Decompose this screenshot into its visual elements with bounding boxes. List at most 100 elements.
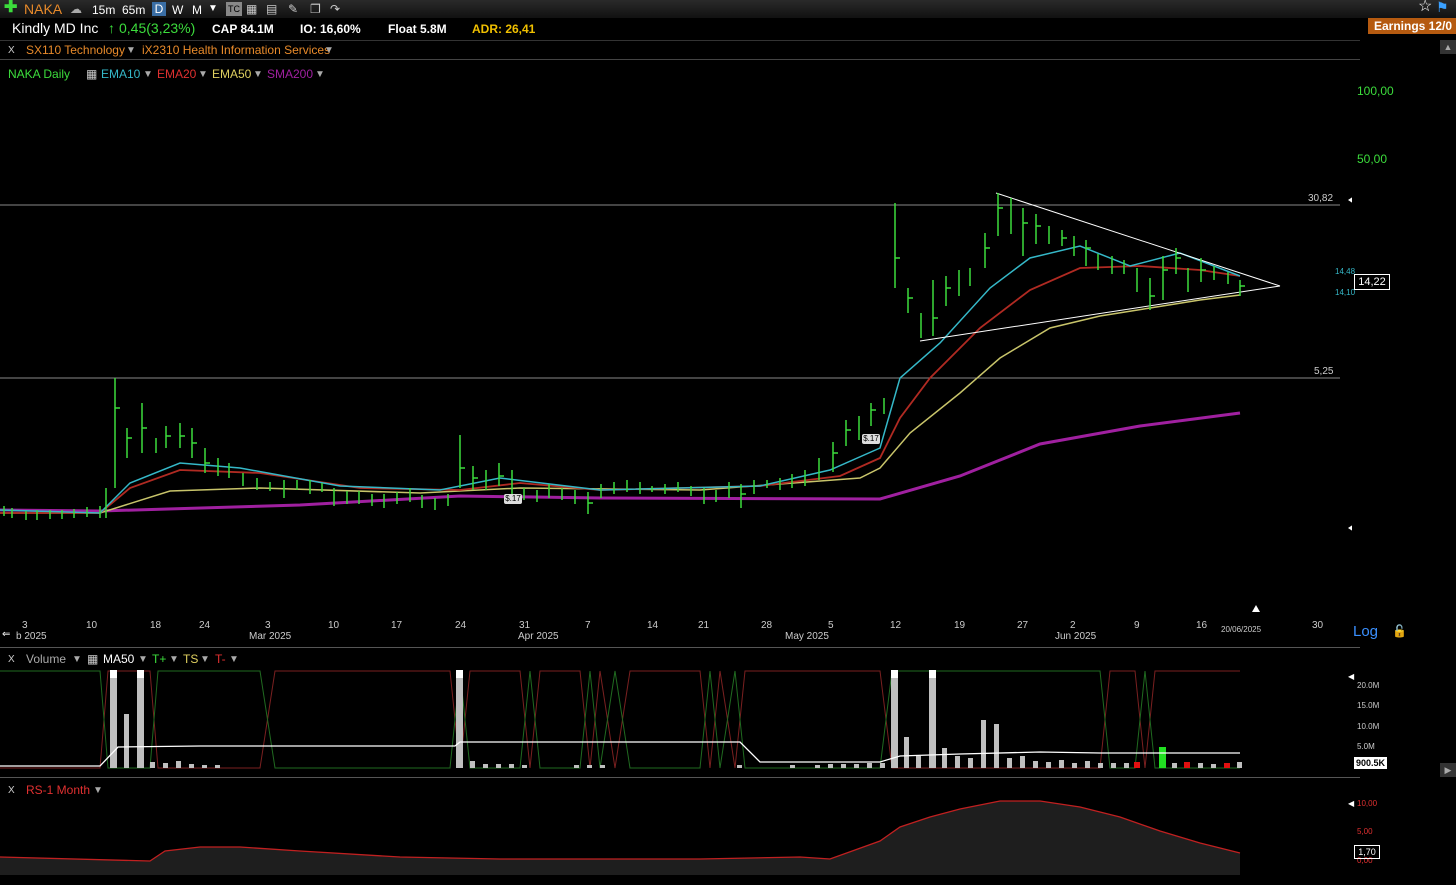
industry-link[interactable]: iX2310 Health Information Services [142,43,330,57]
month-label: May 2025 [785,631,829,642]
rs-area [0,801,1240,875]
sector-bar: X SX110 Technology ▼ iX2310 Health Infor… [0,40,1360,60]
market-cap: CAP 84.1M [212,22,274,36]
axis-marker-high [1348,197,1352,203]
interval-m[interactable]: M [192,3,202,17]
grid-icon[interactable]: ▦ [87,652,98,666]
ema20-line [0,265,1241,514]
date-tick: 7 [585,620,591,631]
ema10-line [0,245,1241,514]
interval-15m[interactable]: 15m [92,3,115,17]
ema50-line [0,294,1241,514]
chevron-down-icon[interactable]: ▼ [324,44,334,58]
institutional-ownership: IO: 16,60% [300,22,361,36]
date-tick: 30 [1312,620,1324,631]
date-tick: 12 [890,620,902,631]
date-tick: 9 [1134,620,1140,631]
scrollbar-top[interactable]: ▲ [1440,40,1456,54]
axis-markers [1252,197,1352,612]
month-label: b 2025 [16,631,47,642]
share-icon[interactable]: ↷ [330,2,340,16]
rs-axis-marker: ◀ [1348,799,1355,808]
date-tick: 24 [199,620,211,631]
interval-65m[interactable]: 65m [122,3,145,17]
volume-axis-15m: 15.0M [1357,701,1380,710]
volume-bars-highlight [110,670,1230,768]
volume-ma[interactable]: MA50 [103,652,134,666]
chevron-down-icon[interactable]: ▼ [200,653,210,667]
earnings-badge[interactable]: Earnings 12/0 [1368,18,1456,34]
dividend-flag[interactable]: $.17 [862,434,880,444]
volume-axis-marker: ◀ [1348,672,1355,681]
lock-icon[interactable]: 🔓 [1392,624,1407,638]
trend-zones [0,670,1240,769]
chevron-down-icon[interactable]: ▼ [126,44,136,58]
add-symbol-icon[interactable]: ✚ [4,0,17,16]
tc-icon[interactable]: TC [226,2,242,16]
interval-w[interactable]: W [172,3,183,17]
axis-marker-bottom [1252,605,1260,612]
date-tick: 10 [86,620,98,631]
close-ticks [115,207,1245,504]
date-tick: 21 [698,620,710,631]
price-line-low-label: 5,25 [1314,366,1334,377]
symbol-name[interactable]: NAKA [24,2,62,16]
scrollbar-bottom[interactable]: ▶ [1440,763,1456,777]
price-chart[interactable] [0,58,1352,616]
rs-chart[interactable] [0,795,1250,875]
up-arrow-icon: ↑ [108,20,115,36]
date-tick: 19 [954,620,966,631]
interval-d[interactable]: D [152,2,166,16]
chevron-down-icon[interactable]: ▼ [72,653,82,667]
date-tick: 18 [150,620,162,631]
date-tick: 16 [1196,620,1208,631]
cloud-icon[interactable]: ☁ [70,2,82,16]
price-line-high-label: 30,82 [1308,193,1334,204]
chevron-down-icon[interactable]: ▼ [169,653,179,667]
current-rs-box: 1,70 [1354,845,1380,859]
date-axis: 3 10 18 24 3 10 17 24 31 7 14 21 28 5 12… [0,616,1360,644]
price-change: 0,45(3,23%) [119,20,196,36]
month-label: Jun 2025 [1055,631,1097,642]
t-plus[interactable]: T+ [152,652,166,666]
adr: ADR: 26,41 [472,22,536,36]
price-axis-100: 100,00 [1357,84,1394,98]
company-name: Kindly MD Inc [12,20,99,36]
calculator-icon[interactable]: ▦ [246,2,257,16]
t-minus[interactable]: T- [215,652,226,666]
trendline-lower [919,285,1281,342]
volume-axis-20m: 20.0M [1357,681,1380,690]
month-label: Apr 2025 [518,631,559,642]
current-volume-box: 900.5K [1354,757,1387,769]
close-sector-button[interactable]: X [8,44,15,58]
flag-icon[interactable]: ⚑ [1436,0,1449,14]
star-icon[interactable]: ☆ [1418,0,1432,15]
date-tick: 24 [455,620,467,631]
price-axis-50: 50,00 [1357,152,1388,166]
date-tick: 28 [761,620,773,631]
sma200-line [0,411,1241,513]
rs-axis-5: 5,00 [1357,827,1373,836]
close-volume-button[interactable]: X [8,653,15,667]
info-bar: Kindly MD Inc ↑ 0,45(3,23%) CAP 84.1M IO… [0,18,1456,40]
axis-marker-lower [1348,525,1352,531]
report-icon[interactable]: ▤ [266,2,277,16]
chevron-down-icon[interactable]: ▼ [138,653,148,667]
date-tick: 27 [1017,620,1029,631]
sector-link[interactable]: SX110 Technology [26,43,125,57]
volume-title[interactable]: Volume [26,652,66,666]
divider [0,647,1360,648]
rs-axis-10: 10,00 [1357,799,1378,808]
draw-icon[interactable]: ✎ [288,2,298,16]
log-scale-toggle[interactable]: Log [1353,624,1378,640]
float: Float 5.8M [388,22,447,36]
scroll-left-icon[interactable]: ⇐ [2,628,10,642]
ts[interactable]: TS [183,652,198,666]
dropdown-icon[interactable]: ▼ [208,2,218,16]
volume-bars [110,670,1242,768]
chevron-down-icon[interactable]: ▼ [229,653,239,667]
month-label: Mar 2025 [249,631,292,642]
volume-chart[interactable] [0,668,1250,770]
dividend-flag[interactable]: $.17 [504,494,522,504]
copy-icon[interactable]: ❐ [310,2,321,16]
